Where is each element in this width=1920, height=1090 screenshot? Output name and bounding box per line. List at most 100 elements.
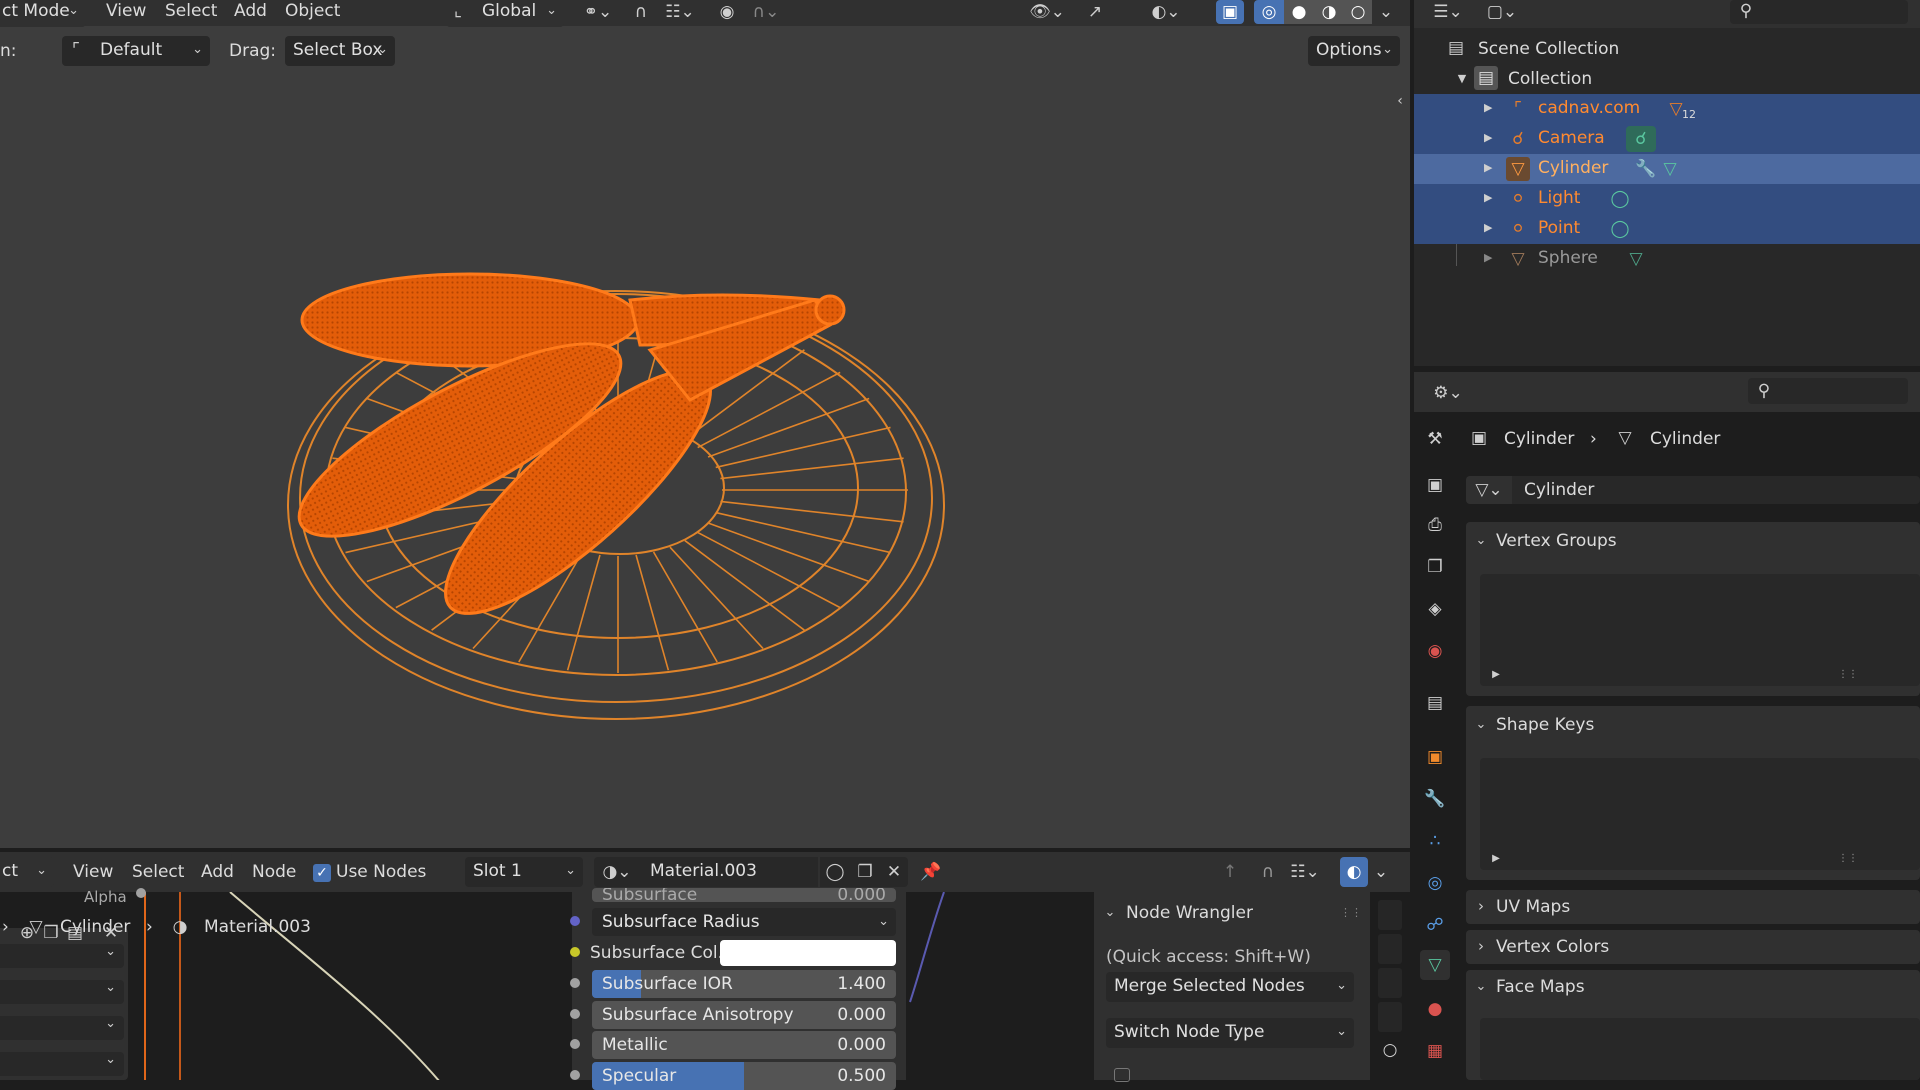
subsurface-field[interactable]: Subsurface 0.000 — [592, 888, 896, 902]
world-tab-icon[interactable]: ◉ — [1420, 636, 1450, 666]
outliner-row-scene-collection[interactable]: ▤ Scene Collection — [1414, 34, 1920, 64]
display-mode-icon[interactable]: ▢⌄ — [1482, 0, 1522, 24]
subsurface-radius-select[interactable]: Subsurface Radius ⌄ — [592, 908, 896, 936]
editor-type-select[interactable]: ct ⌄ — [0, 857, 54, 887]
face-maps-title[interactable]: Face Maps — [1496, 976, 1585, 998]
slot-select[interactable]: Slot 1 ⌄ — [465, 857, 583, 887]
merge-selected-nodes-select[interactable]: Merge Selected Nodes ⌄ — [1106, 972, 1354, 1002]
specular-field[interactable]: Specular 0.500 — [592, 1062, 896, 1090]
close-node-icon[interactable]: ✕ — [100, 922, 122, 944]
chevron-down-icon[interactable]: ⌄ — [1472, 714, 1490, 734]
editor-type-icon[interactable]: ☰⌄ — [1428, 0, 1468, 24]
shape-keys-list[interactable]: ▶ ⋮⋮ — [1480, 758, 1920, 870]
sidebar-tab[interactable] — [1378, 968, 1402, 998]
node-menu-select[interactable]: Select — [132, 861, 184, 883]
use-nodes-checkbox[interactable]: ✓ — [313, 864, 331, 882]
particles-tab-icon[interactable]: ∴ — [1420, 826, 1450, 856]
outliner-row-camera[interactable]: ▶ ☌ Camera ☌ — [1414, 124, 1920, 154]
physics-tab-icon[interactable]: ◎ — [1420, 868, 1450, 898]
add-node-icon[interactable]: ⊕ — [16, 922, 38, 944]
modifier-tab-icon[interactable]: 🔧 — [1420, 784, 1450, 814]
left-node-dropdown[interactable]: ⌄ — [0, 1016, 124, 1040]
fake-user-icon[interactable]: ◯ — [820, 857, 850, 887]
expand-right-icon[interactable]: ▶ — [1484, 131, 1492, 144]
chevron-down-icon[interactable]: ⌄ — [1472, 976, 1490, 996]
list-expand-icon[interactable]: ▶ — [1488, 850, 1504, 866]
duplicate-icon[interactable]: ❐ — [850, 857, 880, 887]
mesh-datablock[interactable]: ▽⌄ Cylinder — [1466, 476, 1920, 504]
viewport-3d[interactable]: ct Mode ⌄ View Select Add Object ⌞ Global… — [0, 0, 1410, 848]
unlink-icon[interactable]: ✕ — [880, 857, 908, 887]
texture-tab-icon[interactable]: ▦ — [1420, 1036, 1450, 1066]
node-editor[interactable]: ct ⌄ View Select Add Node ✓ Use Nodes Slo… — [0, 852, 1410, 1090]
subsurface-color-swatch[interactable] — [720, 940, 896, 966]
switch-node-type-select[interactable]: Switch Node Type ⌄ — [1106, 1018, 1354, 1048]
vertex-groups-list[interactable]: ▶ ⋮⋮ — [1480, 574, 1920, 686]
chevron-down-icon[interactable]: ⌄ — [1102, 902, 1118, 922]
copy-node-icon[interactable]: ❐ — [40, 922, 62, 944]
properties-search-input[interactable]: ⚲ — [1748, 378, 1908, 404]
vertex-groups-title[interactable]: Vertex Groups — [1496, 530, 1617, 552]
left-node-dropdown[interactable]: ⌄ — [0, 944, 124, 968]
uv-maps-panel[interactable]: › UV Maps — [1466, 890, 1920, 924]
subsurface-ior-field[interactable]: Subsurface IOR 1.400 — [592, 970, 896, 998]
expand-right-icon[interactable]: ▶ — [1484, 161, 1492, 174]
view-layer-tab-icon[interactable]: ❐ — [1420, 552, 1450, 582]
outliner[interactable]: ☰⌄ ▢⌄ ⚲ ▤ Scene Collection ▼ ▤ Collectio… — [1414, 0, 1920, 366]
paste-node-icon[interactable]: ▤ — [64, 922, 86, 944]
subsurface-color-socket[interactable] — [570, 947, 580, 957]
mesh-browse-icon[interactable]: ▽⌄ — [1466, 476, 1512, 504]
uv-maps-title[interactable]: UV Maps — [1496, 896, 1570, 918]
mesh-data-tab-icon[interactable]: ▽ — [1420, 950, 1450, 980]
parent-node-icon[interactable]: ↑ — [1216, 857, 1244, 887]
node-snap-target-icon[interactable]: ☷⌄ — [1284, 857, 1326, 887]
outliner-row-collection[interactable]: ▼ ▤ Collection — [1414, 64, 1920, 94]
circle-icon[interactable]: ○ — [1378, 1038, 1402, 1062]
tool-tab-icon[interactable]: ⚒ — [1420, 424, 1450, 454]
node-wrangler-title[interactable]: Node Wrangler — [1126, 902, 1253, 924]
expand-right-icon[interactable]: ▶ — [1484, 221, 1492, 234]
material-tab-icon[interactable]: ● — [1420, 994, 1450, 1024]
outliner-row-sphere[interactable]: ▶ ▽ Sphere ▽ — [1414, 244, 1920, 274]
material-browse-icon[interactable]: ◑⌄ — [594, 857, 640, 887]
expand-down-icon[interactable]: ▼ — [1454, 68, 1470, 88]
mesh-name[interactable]: Cylinder — [1524, 479, 1594, 501]
left-node-dropdown[interactable]: ⌄ — [0, 980, 124, 1004]
resize-grip-icon[interactable]: ⋮⋮ — [1836, 666, 1860, 682]
left-node-dropdown[interactable]: ⌄ — [0, 1052, 124, 1076]
outliner-search-input[interactable]: ⚲ — [1730, 0, 1908, 24]
outliner-row-point[interactable]: ▶ ⚪ Point ◯ — [1414, 214, 1920, 244]
expand-right-icon[interactable]: ▶ — [1484, 101, 1492, 114]
material-name-field[interactable]: Material.003 — [640, 857, 818, 887]
drag-handle-icon[interactable]: ⋮⋮ — [1340, 902, 1362, 922]
alpha-socket[interactable] — [136, 888, 146, 898]
metallic-field[interactable]: Metallic 0.000 — [592, 1031, 896, 1059]
subsurface-anisotropy-field[interactable]: Subsurface Anisotropy 0.000 — [592, 1001, 896, 1029]
subsurface-ior-socket[interactable] — [570, 978, 580, 988]
specular-socket[interactable] — [570, 1070, 580, 1080]
expand-right-icon[interactable]: ▶ — [1484, 251, 1492, 264]
render-tab-icon[interactable]: ▣ — [1420, 470, 1450, 500]
editor-type-icon[interactable]: ⚙⌄ — [1428, 380, 1468, 406]
chevron-down-icon[interactable]: ⌄ — [1472, 530, 1490, 550]
sidebar-tab[interactable] — [1378, 900, 1402, 930]
expand-right-icon[interactable]: ▶ — [1484, 191, 1492, 204]
vertex-colors-title[interactable]: Vertex Colors — [1496, 936, 1609, 958]
sidebar-tab[interactable] — [1378, 934, 1402, 964]
chevron-right-icon[interactable]: › — [1472, 896, 1490, 916]
subsurface-anisotropy-socket[interactable] — [570, 1009, 580, 1019]
output-tab-icon[interactable]: ⎙ — [1420, 510, 1450, 540]
chevron-right-icon[interactable]: › — [1472, 936, 1490, 956]
shape-keys-title[interactable]: Shape Keys — [1496, 714, 1594, 736]
subsurface-radius-socket[interactable] — [570, 916, 580, 926]
sidebar-tab[interactable] — [1378, 1002, 1402, 1032]
node-menu-view[interactable]: View — [73, 861, 113, 883]
face-maps-list[interactable] — [1480, 1018, 1920, 1080]
vertex-colors-panel[interactable]: › Vertex Colors — [1466, 930, 1920, 964]
node-snap-icon[interactable]: ∩ — [1254, 857, 1282, 887]
object-tab-icon[interactable]: ▣ — [1420, 742, 1450, 772]
outliner-row-cylinder[interactable]: ▶ ▽ Cylinder 🔧 ▽ — [1414, 154, 1920, 184]
node-overlay-options-icon[interactable]: ⌄ — [1370, 857, 1392, 887]
constraints-tab-icon[interactable]: ☍ — [1420, 910, 1450, 940]
resize-grip-icon[interactable]: ⋮⋮ — [1836, 850, 1860, 866]
